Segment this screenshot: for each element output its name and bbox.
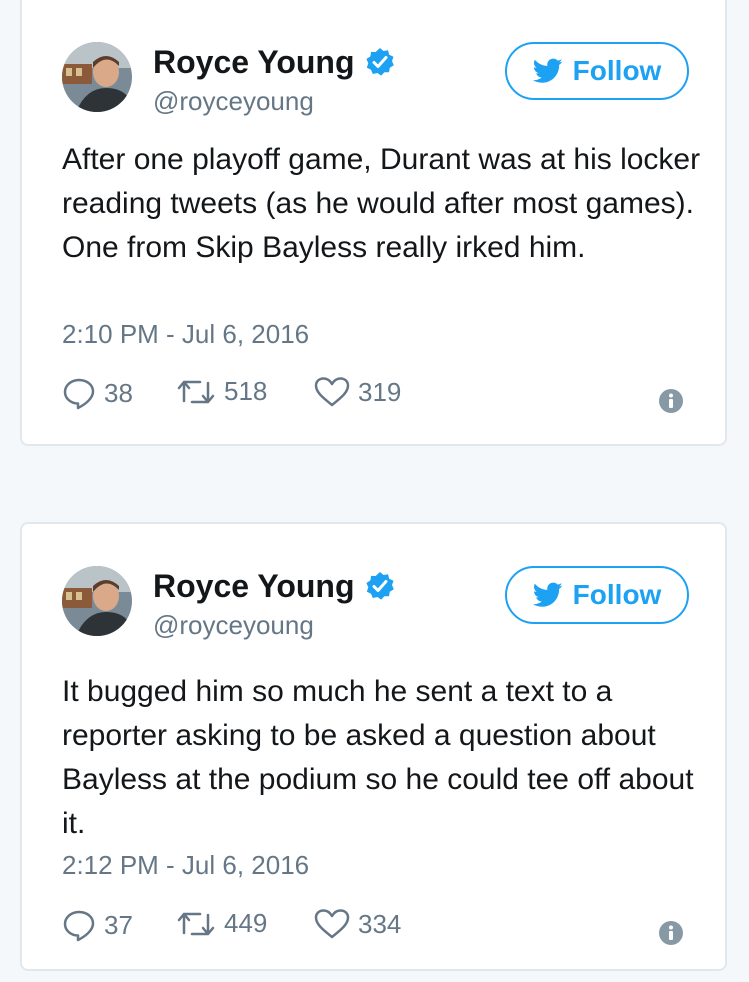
retweet-count: 449 xyxy=(224,908,268,938)
verified-badge-icon xyxy=(365,572,394,600)
user-handle[interactable]: @royceyoung xyxy=(153,610,314,640)
avatar[interactable] xyxy=(62,42,132,112)
retweet-icon xyxy=(177,380,215,403)
twitter-bird-icon xyxy=(532,58,563,83)
like-button[interactable]: 319 xyxy=(314,376,401,408)
heart-icon xyxy=(314,909,350,939)
verified-badge-icon xyxy=(365,48,394,76)
follow-button[interactable]: Follow xyxy=(505,566,689,624)
like-button[interactable]: 334 xyxy=(314,908,401,940)
reply-button[interactable]: 37 xyxy=(62,908,133,942)
reply-icon xyxy=(63,378,95,410)
display-name[interactable]: Royce Young xyxy=(153,568,355,604)
follow-label: Follow xyxy=(572,55,662,86)
tweet-card[interactable]: Royce Young @royceyoung Follow It bugged… xyxy=(20,522,727,971)
retweet-icon xyxy=(177,912,215,935)
reply-icon xyxy=(63,910,95,942)
retweet-count: 518 xyxy=(224,376,268,406)
retweet-button[interactable]: 449 xyxy=(176,908,267,939)
tweet-text: It bugged him so much he sent a text to … xyxy=(62,675,694,840)
info-icon[interactable] xyxy=(658,388,684,414)
reply-button[interactable]: 38 xyxy=(62,376,133,410)
tweet-card[interactable]: Royce Young @royceyoung Follow After one… xyxy=(20,0,727,446)
timestamp[interactable]: 2:10 PM - Jul 6, 2016 xyxy=(62,319,309,349)
reply-count: 37 xyxy=(104,909,133,940)
reply-count: 38 xyxy=(104,377,133,408)
timestamp[interactable]: 2:12 PM - Jul 6, 2016 xyxy=(62,850,309,880)
follow-button[interactable]: Follow xyxy=(505,42,689,100)
heart-icon xyxy=(314,377,350,407)
like-count: 319 xyxy=(358,376,402,407)
like-count: 334 xyxy=(358,908,402,939)
user-handle[interactable]: @royceyoung xyxy=(153,86,314,116)
info-icon[interactable] xyxy=(658,920,684,946)
avatar[interactable] xyxy=(62,566,132,636)
retweet-button[interactable]: 518 xyxy=(176,376,267,407)
follow-label: Follow xyxy=(572,579,662,610)
tweet-text: After one playoff game, Durant was at hi… xyxy=(62,143,701,264)
twitter-bird-icon xyxy=(532,582,563,607)
display-name[interactable]: Royce Young xyxy=(153,44,355,80)
